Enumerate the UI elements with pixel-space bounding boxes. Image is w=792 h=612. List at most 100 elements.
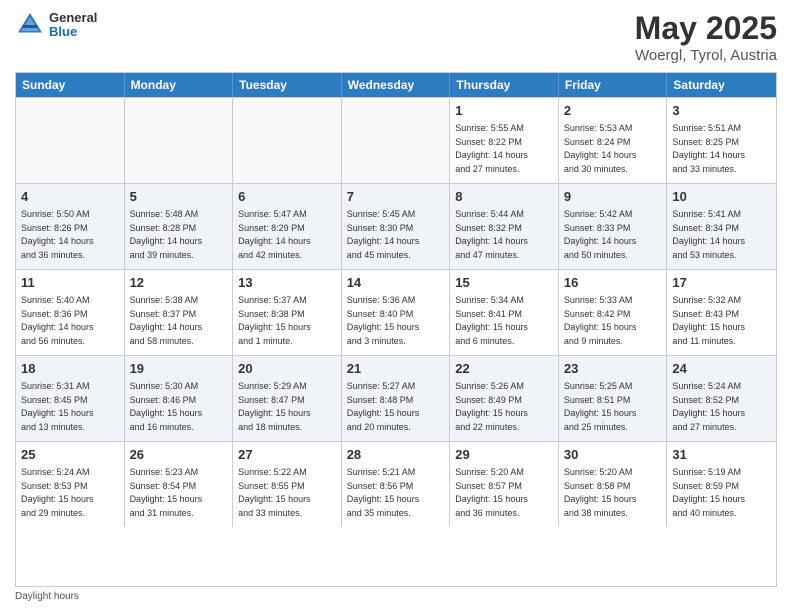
- day-cell-28: 28Sunrise: 5:21 AM Sunset: 8:56 PM Dayli…: [342, 442, 451, 527]
- day-info: Sunrise: 5:47 AM Sunset: 8:29 PM Dayligh…: [238, 208, 336, 262]
- day-cell-25: 25 Sunrise: 5:24 AM Sunset: 8:53 PM Dayli…: [16, 442, 125, 527]
- day-cell-27: 27Sunrise: 5:22 AM Sunset: 8:55 PM Dayli…: [233, 442, 342, 527]
- day-cell-4: 4 Sunrise: 5:50 AM Sunset: 8:26 PM Daylig…: [16, 184, 125, 269]
- day-number: 17: [672, 274, 771, 292]
- day-info: Sunrise: 5:38 AM Sunset: 8:37 PM Dayligh…: [130, 294, 228, 348]
- day-number: 13: [238, 274, 336, 292]
- day-cell-3: 3 Sunrise: 5:51 AM Sunset: 8:25 PM Daylig…: [667, 98, 776, 183]
- day-info: Sunrise: 5:25 AM Sunset: 8:51 PM Dayligh…: [564, 380, 662, 434]
- day-number: 24: [672, 360, 771, 378]
- day-header-sunday: Sunday: [16, 73, 125, 97]
- week-row-3: 11 Sunrise: 5:40 AM Sunset: 8:36 PM Dayli…: [16, 269, 776, 355]
- day-cell-17: 17 Sunrise: 5:32 AM Sunset: 8:43 PM Dayli…: [667, 270, 776, 355]
- day-number: 11: [21, 274, 119, 292]
- day-header-monday: Monday: [125, 73, 234, 97]
- logo: General Blue: [15, 10, 97, 40]
- day-cell-7: 7Sunrise: 5:45 AM Sunset: 8:30 PM Daylig…: [342, 184, 451, 269]
- calendar-title: May 2025: [635, 10, 777, 47]
- day-info: Sunrise: 5:51 AM Sunset: 8:25 PM Dayligh…: [672, 122, 771, 176]
- day-number: 18: [21, 360, 119, 378]
- day-info: Sunrise: 5:23 AM Sunset: 8:54 PM Dayligh…: [130, 466, 228, 520]
- day-number: 29: [455, 446, 553, 464]
- day-info: Sunrise: 5:30 AM Sunset: 8:46 PM Dayligh…: [130, 380, 228, 434]
- day-number: 20: [238, 360, 336, 378]
- day-cell-12: 12Sunrise: 5:38 AM Sunset: 8:37 PM Dayli…: [125, 270, 234, 355]
- logo-blue-text: Blue: [49, 25, 97, 39]
- day-cell-21: 21 Sunrise: 5:27 AM Sunset: 8:48 PM Dayli…: [342, 356, 451, 441]
- calendar-location: Woergl, Tyrol, Austria: [635, 47, 777, 64]
- week-row-5: 25 Sunrise: 5:24 AM Sunset: 8:53 PM Dayli…: [16, 441, 776, 527]
- day-info: Sunrise: 5:34 AM Sunset: 8:41 PM Dayligh…: [455, 294, 553, 348]
- footer-note: Daylight hours: [15, 591, 777, 602]
- day-number: 25: [21, 446, 119, 464]
- day-cell-20: 20 Sunrise: 5:29 AM Sunset: 8:47 PM Dayli…: [233, 356, 342, 441]
- day-info: Sunrise: 5:42 AM Sunset: 8:33 PM Dayligh…: [564, 208, 662, 262]
- day-cell-24: 24 Sunrise: 5:24 AM Sunset: 8:52 PM Dayli…: [667, 356, 776, 441]
- day-number: 10: [672, 188, 771, 206]
- day-cell-6: 6 Sunrise: 5:47 AM Sunset: 8:29 PM Daylig…: [233, 184, 342, 269]
- empty-cell: [16, 98, 125, 183]
- header: General Blue May 2025 Woergl, Tyrol, Aus…: [15, 10, 777, 64]
- day-info: Sunrise: 5:31 AM Sunset: 8:45 PM Dayligh…: [21, 380, 119, 434]
- page: General Blue May 2025 Woergl, Tyrol, Aus…: [0, 0, 792, 612]
- calendar: SundayMondayTuesdayWednesdayThursdayFrid…: [15, 72, 777, 587]
- day-info: Sunrise: 5:36 AM Sunset: 8:40 PM Dayligh…: [347, 294, 445, 348]
- day-cell-9: 9 Sunrise: 5:42 AM Sunset: 8:33 PM Daylig…: [559, 184, 668, 269]
- day-cell-5: 5Sunrise: 5:48 AM Sunset: 8:28 PM Daylig…: [125, 184, 234, 269]
- day-info: Sunrise: 5:50 AM Sunset: 8:26 PM Dayligh…: [21, 208, 119, 262]
- day-cell-31: 31Sunrise: 5:19 AM Sunset: 8:59 PM Dayli…: [667, 442, 776, 527]
- day-info: Sunrise: 5:40 AM Sunset: 8:36 PM Dayligh…: [21, 294, 119, 348]
- day-number: 30: [564, 446, 662, 464]
- day-info: Sunrise: 5:27 AM Sunset: 8:48 PM Dayligh…: [347, 380, 445, 434]
- week-row-4: 18 Sunrise: 5:31 AM Sunset: 8:45 PM Dayli…: [16, 355, 776, 441]
- day-info: Sunrise: 5:32 AM Sunset: 8:43 PM Dayligh…: [672, 294, 771, 348]
- logo-icon: [15, 10, 45, 40]
- day-header-saturday: Saturday: [667, 73, 776, 97]
- calendar-body: 1Sunrise: 5:55 AM Sunset: 8:22 PM Daylig…: [16, 97, 776, 527]
- title-block: May 2025 Woergl, Tyrol, Austria: [635, 10, 777, 64]
- day-number: 2: [564, 102, 662, 120]
- day-number: 28: [347, 446, 445, 464]
- day-info: Sunrise: 5:24 AM Sunset: 8:52 PM Dayligh…: [672, 380, 771, 434]
- day-number: 19: [130, 360, 228, 378]
- day-cell-18: 18 Sunrise: 5:31 AM Sunset: 8:45 PM Dayli…: [16, 356, 125, 441]
- day-number: 27: [238, 446, 336, 464]
- day-info: Sunrise: 5:19 AM Sunset: 8:59 PM Dayligh…: [672, 466, 771, 520]
- day-cell-10: 10 Sunrise: 5:41 AM Sunset: 8:34 PM Dayli…: [667, 184, 776, 269]
- day-header-thursday: Thursday: [450, 73, 559, 97]
- day-number: 21: [347, 360, 445, 378]
- day-number: 15: [455, 274, 553, 292]
- day-cell-8: 8Sunrise: 5:44 AM Sunset: 8:32 PM Daylig…: [450, 184, 559, 269]
- logo-general-text: General: [49, 11, 97, 25]
- day-cell-22: 22Sunrise: 5:26 AM Sunset: 8:49 PM Dayli…: [450, 356, 559, 441]
- day-number: 22: [455, 360, 553, 378]
- day-number: 9: [564, 188, 662, 206]
- day-cell-23: 23 Sunrise: 5:25 AM Sunset: 8:51 PM Dayli…: [559, 356, 668, 441]
- day-info: Sunrise: 5:48 AM Sunset: 8:28 PM Dayligh…: [130, 208, 228, 262]
- day-number: 3: [672, 102, 771, 120]
- day-number: 14: [347, 274, 445, 292]
- day-number: 26: [130, 446, 228, 464]
- day-info: Sunrise: 5:44 AM Sunset: 8:32 PM Dayligh…: [455, 208, 553, 262]
- day-info: Sunrise: 5:45 AM Sunset: 8:30 PM Dayligh…: [347, 208, 445, 262]
- day-info: Sunrise: 5:41 AM Sunset: 8:34 PM Dayligh…: [672, 208, 771, 262]
- day-info: Sunrise: 5:24 AM Sunset: 8:53 PM Dayligh…: [21, 466, 119, 520]
- day-cell-13: 13 Sunrise: 5:37 AM Sunset: 8:38 PM Dayli…: [233, 270, 342, 355]
- day-number: 6: [238, 188, 336, 206]
- day-cell-16: 16 Sunrise: 5:33 AM Sunset: 8:42 PM Dayli…: [559, 270, 668, 355]
- week-row-2: 4 Sunrise: 5:50 AM Sunset: 8:26 PM Daylig…: [16, 183, 776, 269]
- day-info: Sunrise: 5:37 AM Sunset: 8:38 PM Dayligh…: [238, 294, 336, 348]
- day-cell-1: 1Sunrise: 5:55 AM Sunset: 8:22 PM Daylig…: [450, 98, 559, 183]
- day-info: Sunrise: 5:29 AM Sunset: 8:47 PM Dayligh…: [238, 380, 336, 434]
- day-cell-29: 29Sunrise: 5:20 AM Sunset: 8:57 PM Dayli…: [450, 442, 559, 527]
- calendar-header: SundayMondayTuesdayWednesdayThursdayFrid…: [16, 73, 776, 97]
- day-cell-14: 14 Sunrise: 5:36 AM Sunset: 8:40 PM Dayli…: [342, 270, 451, 355]
- logo-text: General Blue: [49, 11, 97, 40]
- day-cell-2: 2Sunrise: 5:53 AM Sunset: 8:24 PM Daylig…: [559, 98, 668, 183]
- day-number: 23: [564, 360, 662, 378]
- day-header-wednesday: Wednesday: [342, 73, 451, 97]
- day-header-friday: Friday: [559, 73, 668, 97]
- day-number: 16: [564, 274, 662, 292]
- day-info: Sunrise: 5:33 AM Sunset: 8:42 PM Dayligh…: [564, 294, 662, 348]
- day-number: 4: [21, 188, 119, 206]
